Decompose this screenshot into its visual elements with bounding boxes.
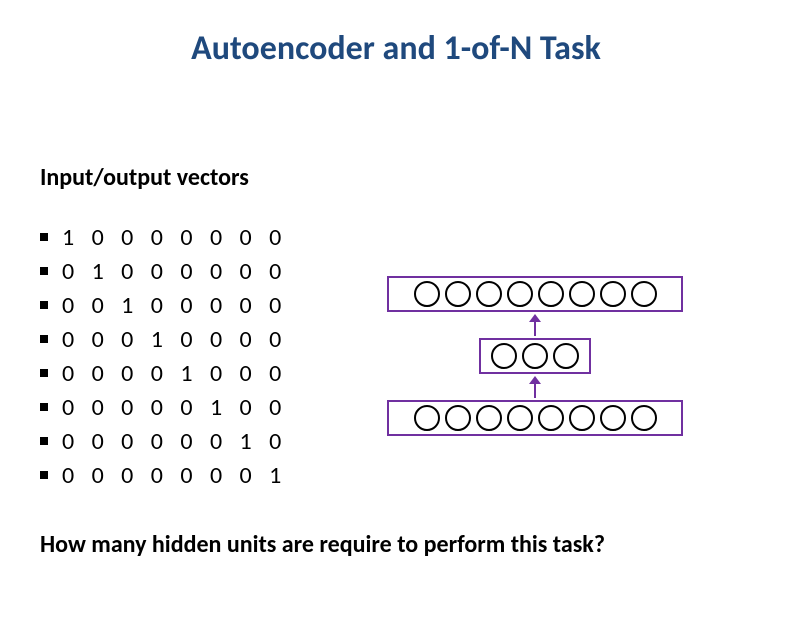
node-icon [445,281,471,307]
list-item: 1 0 0 0 0 0 0 0 [40,220,287,254]
bullet-icon [40,437,48,445]
hidden-layer [479,338,591,374]
arrow-up-icon [385,314,685,336]
node-icon [538,405,564,431]
list-item: 0 0 0 0 0 1 0 0 [40,390,287,424]
list-item: 0 0 0 0 0 0 0 1 [40,458,287,492]
list-item: 0 0 0 0 0 0 1 0 [40,424,287,458]
bullet-icon [40,267,48,275]
list-item: 0 0 0 0 1 0 0 0 [40,356,287,390]
node-icon [414,405,440,431]
bullet-icon [40,471,48,479]
bullet-icon [40,335,48,343]
slide-title: Autoencoder and 1-of-N Task [0,28,792,69]
output-layer [387,276,683,312]
list-item: 0 1 0 0 0 0 0 0 [40,254,287,288]
vector-text: 0 0 0 0 0 0 0 1 [62,461,287,490]
node-icon [522,343,548,369]
node-icon [600,281,626,307]
node-icon [553,343,579,369]
node-icon [569,281,595,307]
vector-text: 0 1 0 0 0 0 0 0 [62,257,287,286]
node-icon [414,281,440,307]
node-icon [476,281,502,307]
node-icon [491,343,517,369]
list-item: 0 0 0 1 0 0 0 0 [40,322,287,356]
subtitle: Input/output vectors [40,163,249,192]
node-icon [445,405,471,431]
vector-text: 1 0 0 0 0 0 0 0 [62,223,287,252]
node-icon [569,405,595,431]
vector-list: 1 0 0 0 0 0 0 0 0 1 0 0 0 0 0 0 0 0 1 0 … [40,220,287,492]
input-layer [387,400,683,436]
question-text: How many hidden units are require to per… [40,530,760,559]
arrow-up-icon [385,376,685,398]
node-icon [600,405,626,431]
bullet-icon [40,369,48,377]
bullet-icon [40,233,48,241]
node-icon [507,281,533,307]
node-icon [507,405,533,431]
network-diagram [385,276,685,436]
vector-text: 0 0 0 0 0 1 0 0 [62,393,287,422]
vector-text: 0 0 0 1 0 0 0 0 [62,325,287,354]
vector-text: 0 0 0 0 0 0 1 0 [62,427,287,456]
bullet-icon [40,301,48,309]
node-icon [538,281,564,307]
node-icon [631,405,657,431]
node-icon [631,281,657,307]
vector-text: 0 0 1 0 0 0 0 0 [62,291,287,320]
vector-text: 0 0 0 0 1 0 0 0 [62,359,287,388]
node-icon [476,405,502,431]
bullet-icon [40,403,48,411]
list-item: 0 0 1 0 0 0 0 0 [40,288,287,322]
